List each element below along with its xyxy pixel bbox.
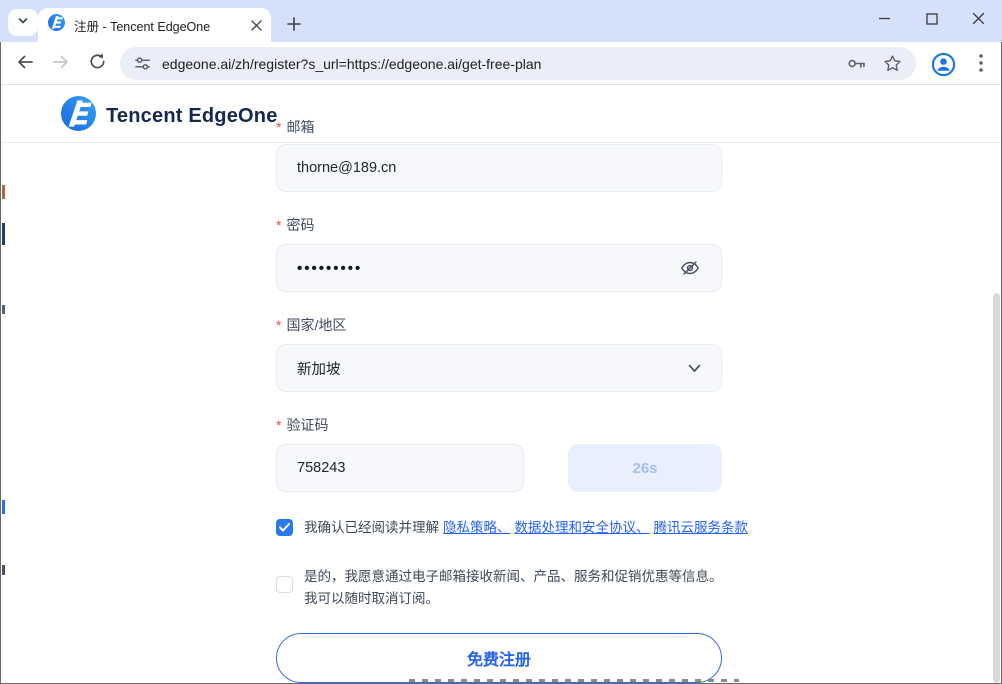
captcha-field[interactable]: 758243	[276, 444, 524, 492]
left-panel-sliver	[2, 305, 5, 314]
tab-search-button[interactable]	[8, 9, 38, 36]
email-label: *邮箱	[276, 117, 314, 137]
free-register-label: 免费注册	[467, 646, 531, 670]
agreement-text: 我确认已经阅读并理解隐私策略、数据处理和安全协议、腾讯云服务条款	[304, 519, 748, 536]
browser-window: 注册 - Tencent EdgeOne	[0, 0, 1002, 684]
window-maximize-button[interactable]	[917, 8, 947, 34]
newsletter-row: 是的，我愿意通过电子邮箱接收新闻、产品、服务和促销优惠等信息。我可以随时取消订阅…	[276, 569, 732, 610]
left-panel-sliver	[2, 223, 5, 245]
browser-menu-kebab-icon[interactable]	[968, 50, 994, 76]
reload-icon	[88, 52, 107, 76]
address-bar[interactable]: edgeone.ai/zh/register?s_url=https://edg…	[120, 47, 916, 80]
tab-title: 注册 - Tencent EdgeOne	[74, 16, 247, 35]
back-icon	[15, 52, 35, 77]
window-minimize-button[interactable]	[869, 8, 899, 34]
resend-code-button[interactable]: 26s	[568, 444, 722, 492]
clipped-content-fragment	[409, 679, 739, 682]
password-label: *密码	[276, 215, 314, 235]
free-register-button[interactable]: 免费注册	[276, 633, 722, 683]
left-panel-sliver	[2, 500, 5, 514]
edgeone-logo-icon	[61, 96, 96, 136]
plus-icon	[287, 17, 301, 36]
data-processing-agreement-link[interactable]: 数据处理和安全协议、	[515, 520, 650, 535]
maximize-icon	[926, 12, 938, 30]
country-select[interactable]: 新加坡	[276, 344, 722, 392]
left-panel-sliver	[2, 565, 5, 575]
password-manager-key-icon[interactable]	[846, 53, 867, 74]
newsletter-text: 是的，我愿意通过电子邮箱接收新闻、产品、服务和促销优惠等信息。我可以随时取消订阅…	[304, 566, 732, 610]
checkmark-icon	[279, 519, 290, 537]
email-value: thorne@189.cn	[297, 160, 396, 176]
country-selected-value: 新加坡	[297, 358, 688, 379]
chevron-down-icon	[17, 14, 29, 32]
reload-button[interactable]	[84, 51, 110, 77]
captcha-label: *验证码	[276, 415, 328, 435]
brand-name: Tencent EdgeOne	[106, 105, 278, 128]
eye-off-icon[interactable]	[679, 257, 701, 279]
left-panel-sliver	[2, 185, 5, 199]
agreement-checkbox[interactable]	[276, 519, 293, 536]
tab-strip: 注册 - Tencent EdgeOne	[0, 0, 1002, 42]
forward-button[interactable]	[48, 51, 74, 77]
country-label: *国家/地区	[276, 315, 346, 335]
password-field[interactable]: •••••••••	[276, 244, 722, 292]
required-asterisk: *	[276, 417, 281, 433]
tab-close-icon[interactable]	[247, 16, 265, 34]
required-asterisk: *	[276, 119, 281, 135]
active-tab[interactable]: 注册 - Tencent EdgeOne	[38, 8, 271, 42]
window-close-button[interactable]	[963, 8, 993, 34]
profile-avatar-icon[interactable]	[929, 50, 957, 78]
bookmark-star-icon[interactable]	[883, 54, 902, 73]
forward-icon	[51, 52, 71, 77]
edgeone-favicon-icon	[48, 14, 65, 36]
page-scrollbar-thumb[interactable]	[993, 293, 1000, 683]
chevron-down-icon	[688, 364, 701, 373]
close-icon	[972, 12, 985, 30]
url-text[interactable]: edgeone.ai/zh/register?s_url=https://edg…	[162, 56, 846, 72]
tencent-cloud-terms-link[interactable]: 腾讯云服务条款	[654, 520, 749, 535]
countdown-text: 26s	[632, 460, 657, 477]
site-settings-tune-icon[interactable]	[134, 55, 151, 72]
captcha-value: 758243	[297, 460, 345, 476]
privacy-policy-link[interactable]: 隐私策略、	[443, 520, 511, 535]
minimize-icon	[878, 12, 891, 30]
agreement-row: 我确认已经阅读并理解隐私策略、数据处理和安全协议、腾讯云服务条款	[276, 519, 748, 536]
newsletter-checkbox[interactable]	[276, 576, 293, 593]
required-asterisk: *	[276, 317, 281, 333]
email-field[interactable]: thorne@189.cn	[276, 144, 722, 192]
brand-logo[interactable]: Tencent EdgeOne	[61, 96, 278, 136]
back-button[interactable]	[12, 51, 38, 77]
register-page: Tencent EdgeOne *邮箱 thorne@189.cn *密码 ••…	[1, 85, 1001, 683]
password-masked-value: •••••••••	[297, 260, 679, 277]
required-asterisk: *	[276, 217, 281, 233]
new-tab-button[interactable]	[281, 13, 307, 39]
